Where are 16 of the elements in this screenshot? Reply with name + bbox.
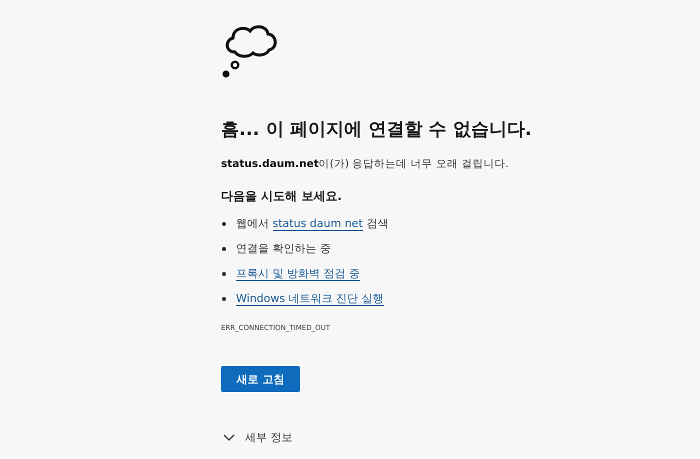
thought-cloud-icon — [221, 22, 279, 80]
suggestion-text: 연결을 확인하는 중 — [236, 241, 331, 256]
chevron-icon — [223, 434, 235, 442]
bullet-icon — [222, 296, 226, 300]
suggestions-heading: 다음을 시도해 보세요. — [221, 188, 342, 205]
suggestion-link[interactable]: status daum net — [272, 217, 363, 231]
details-toggle[interactable]: 세부 정보 — [221, 430, 292, 445]
bullet-icon — [222, 246, 226, 250]
refresh-button[interactable]: 새로 고침 — [221, 366, 300, 392]
suggestion-link[interactable]: Windows 네트워크 진단 실행 — [236, 292, 384, 306]
bullet-icon — [222, 222, 226, 226]
bullet-icon — [222, 272, 226, 276]
suggestion-link[interactable]: 프록시 및 방화벽 점검 중 — [236, 267, 360, 281]
error-heading: 흠... 이 페이지에 연결할 수 없습니다. — [221, 118, 532, 142]
suggestion-text: 웹에서 status daum net 검색 — [236, 216, 388, 231]
error-message: status.daum.net이(가) 응답하는데 너무 오래 걸립니다. — [221, 157, 509, 171]
